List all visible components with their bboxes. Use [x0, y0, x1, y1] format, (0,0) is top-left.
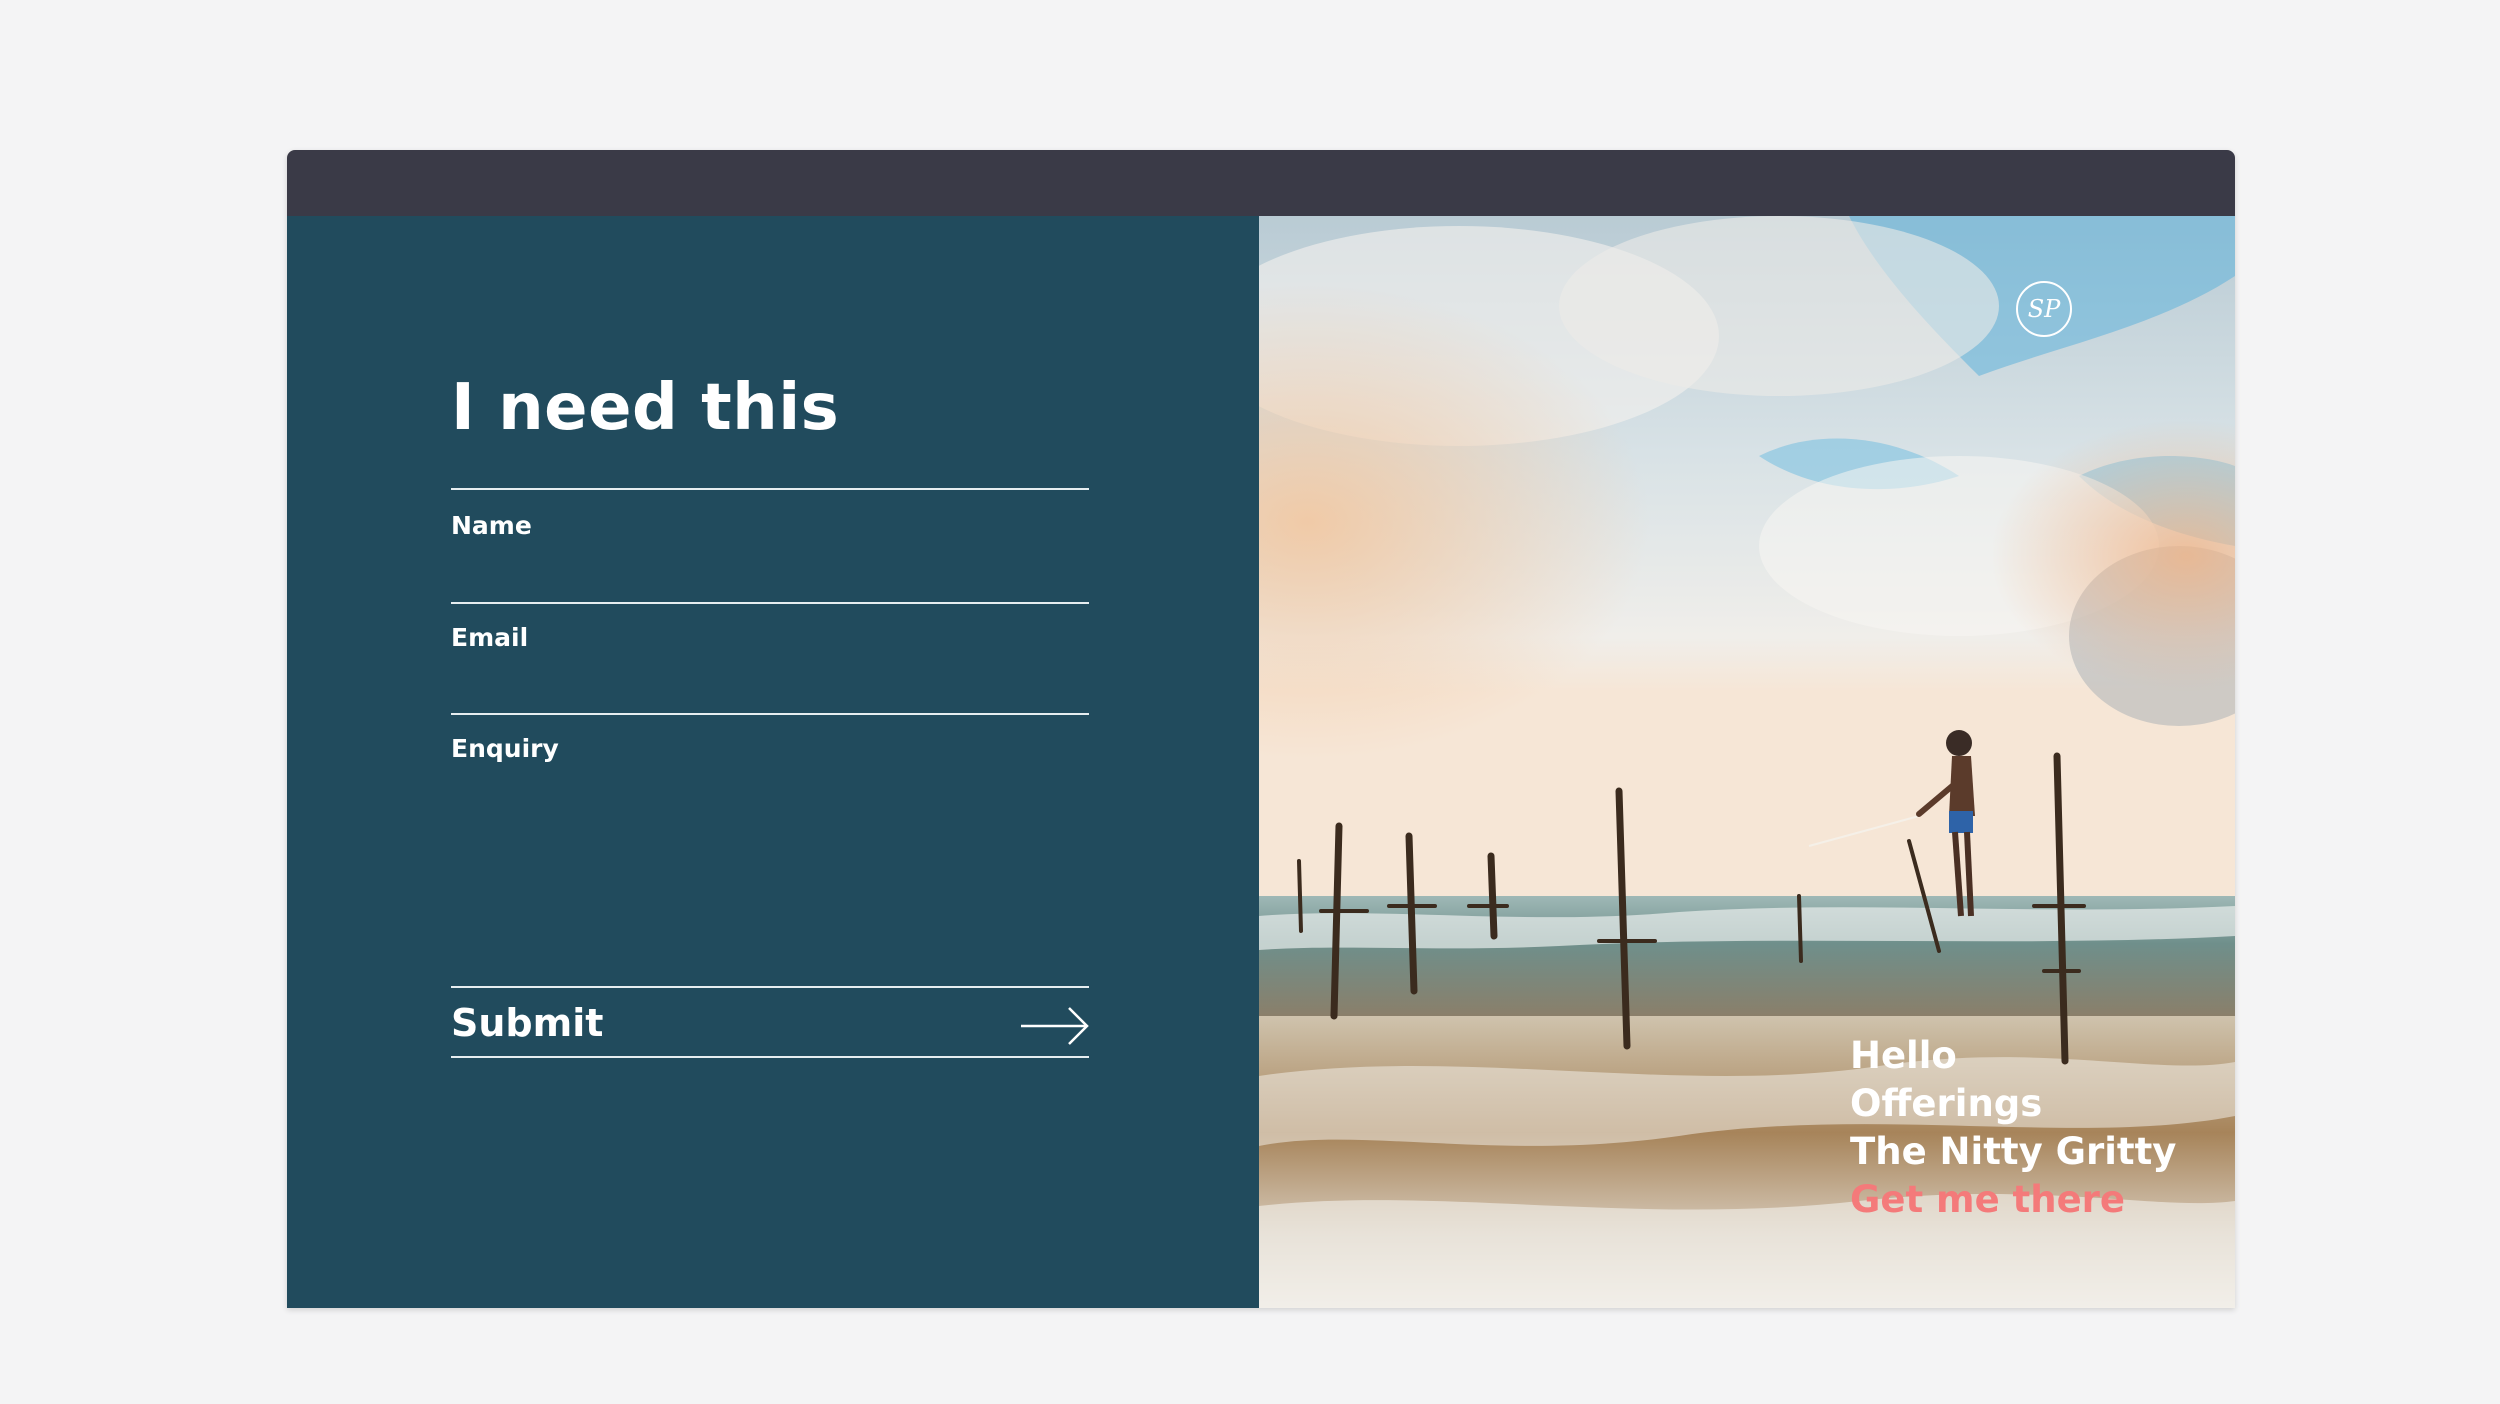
- sp-logo-icon: SP: [2016, 281, 2072, 337]
- name-label: Name: [451, 511, 532, 540]
- site-nav: Hello Offerings The Nitty Gritty Get me …: [1850, 1032, 2176, 1224]
- nav-link-offerings[interactable]: Offerings: [1850, 1080, 2176, 1128]
- browser-window: I need this Name Email Enquiry Submit SP…: [287, 150, 2235, 1308]
- email-field-underline: [451, 713, 1089, 715]
- nav-link-get-me-there[interactable]: Get me there: [1850, 1176, 2176, 1224]
- form-title: I need this: [451, 371, 840, 445]
- hero-photo: SP Hello Offerings The Nitty Gritty Get …: [1259, 216, 2235, 1308]
- enquiry-textarea[interactable]: [451, 772, 1089, 972]
- enquiry-label: Enquiry: [451, 734, 559, 763]
- svg-text:SP: SP: [2028, 295, 2061, 323]
- enquiry-form-panel: I need this Name Email Enquiry Submit: [287, 216, 1259, 1308]
- email-input[interactable]: [451, 658, 1089, 706]
- submit-top-rule: [451, 986, 1089, 988]
- submit-label: Submit: [451, 1001, 604, 1045]
- email-label: Email: [451, 623, 529, 652]
- name-input[interactable]: [451, 546, 1089, 594]
- nav-link-nitty-gritty[interactable]: The Nitty Gritty: [1850, 1128, 2176, 1176]
- name-field-underline: [451, 602, 1089, 604]
- submit-button[interactable]: Submit: [451, 986, 1089, 1058]
- arrow-right-icon: [1021, 1007, 1089, 1045]
- submit-bottom-rule: [451, 1056, 1089, 1058]
- window-title-bar: [287, 150, 2235, 216]
- title-divider: [451, 488, 1089, 490]
- nav-link-hello[interactable]: Hello: [1850, 1032, 2176, 1080]
